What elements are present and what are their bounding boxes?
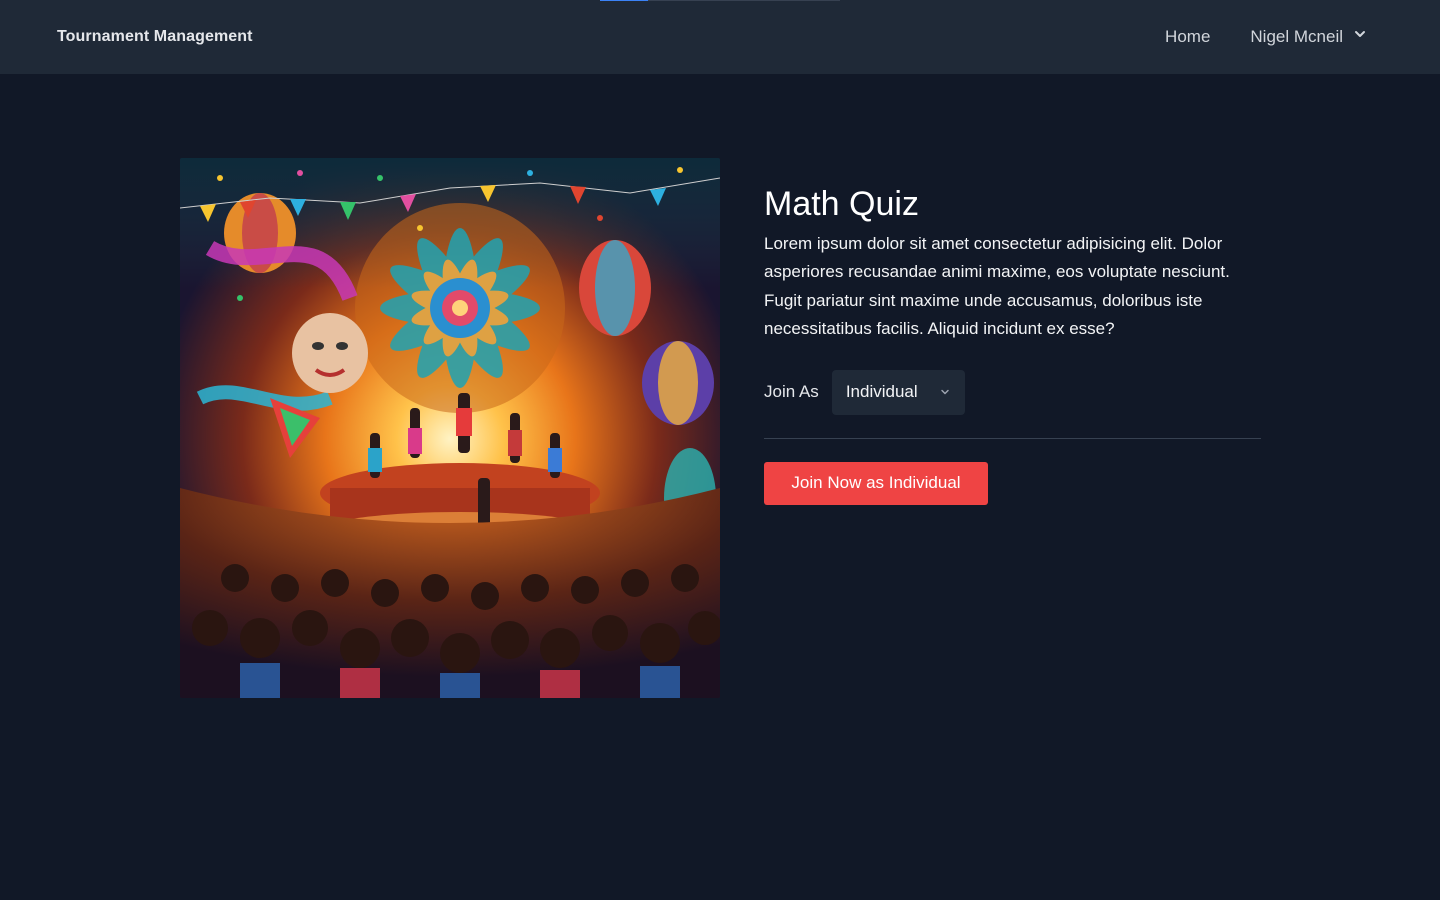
join-now-button[interactable]: Join Now as Individual [764,461,988,505]
loading-progress-bar [600,0,840,1]
tournament-detail: Math Quiz Lorem ipsum dolor sit amet con… [180,158,1261,698]
user-name: Nigel Mcneil [1250,27,1343,46]
top-navbar: Tournament Management Home Nigel Mcneil [0,0,1440,74]
join-as-selected-value: Individual [845,382,918,402]
loading-progress-fill [600,0,648,1]
section-divider [764,437,1261,439]
tournament-description: Lorem ipsum dolor sit amet consectetur a… [764,234,1230,339]
join-as-select[interactable]: Individual [831,369,965,415]
tournament-cover-image [180,158,720,698]
nav-home-link[interactable]: Home [1165,27,1210,47]
join-as-row: Join As Individual [764,369,1261,415]
chevron-down-icon [1353,27,1367,41]
chevron-down-icon [939,386,951,398]
join-as-label: Join As [764,382,819,402]
brand-title[interactable]: Tournament Management [57,28,253,46]
tournament-details-panel: Math Quiz Lorem ipsum dolor sit amet con… [764,158,1261,698]
tournament-title: Math Quiz [764,185,919,223]
user-menu-dropdown[interactable]: Nigel Mcneil [1250,27,1367,47]
nav-links: Home Nigel Mcneil [1165,27,1367,47]
